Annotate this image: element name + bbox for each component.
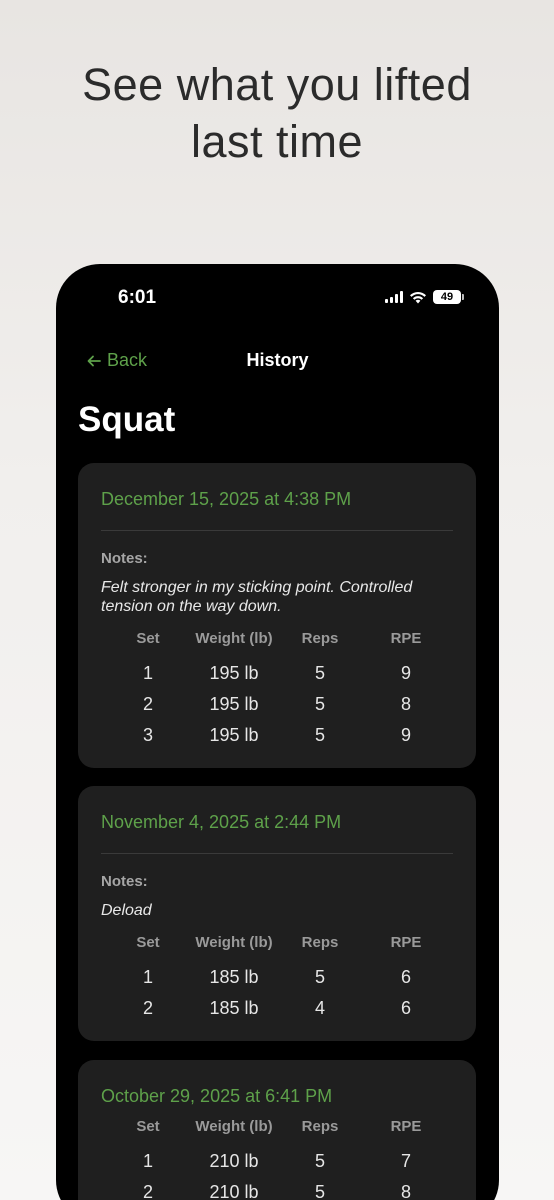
set-number: 3 (142, 725, 154, 745)
column-header-rpe: RPE (390, 934, 422, 951)
session-card[interactable]: December 15, 2025 at 4:38 PM Notes: Felt… (78, 463, 476, 768)
notes-line: tension on the way down. (101, 598, 282, 615)
set-reps: 5 (314, 1151, 326, 1171)
set-reps: 5 (314, 663, 326, 683)
set-weight: 185 lb (209, 998, 259, 1018)
battery-icon: 49 (433, 290, 464, 304)
phone-screen: 6:01 49 Back History Squat December 15, … (56, 264, 499, 1200)
notes-label: Notes: (101, 873, 148, 890)
set-rpe: 7 (400, 1151, 412, 1171)
back-label: Back (107, 350, 148, 370)
set-number: 1 (142, 967, 154, 987)
set-number: 2 (142, 998, 154, 1018)
sets-table: Set Weight (lb) Reps RPE 1 185 lb 5 6 2 … (78, 934, 476, 1029)
navigation-bar: Back History (56, 344, 499, 376)
column-header-reps: Reps (301, 1118, 339, 1135)
sets-header: Set Weight (lb) Reps RPE (78, 934, 476, 965)
set-reps: 5 (314, 1182, 326, 1200)
sets-table: Set Weight (lb) Reps RPE 1 195 lb 5 9 2 … (78, 630, 476, 756)
session-card[interactable]: October 29, 2025 at 6:41 PM Set Weight (… (78, 1060, 476, 1200)
column-header-reps: Reps (301, 630, 339, 647)
notes-label: Notes: (101, 550, 148, 567)
set-row: 1 195 lb 5 9 (78, 663, 476, 694)
status-icons: 49 (385, 289, 464, 305)
notes-text: Felt stronger in my sticking point. Cont… (101, 578, 441, 616)
set-rpe: 6 (400, 998, 412, 1018)
signal-icon (385, 291, 403, 303)
session-date: November 4, 2025 at 2:44 PM (101, 812, 342, 832)
column-header-rpe: RPE (390, 1118, 422, 1135)
set-rpe: 6 (400, 967, 412, 987)
set-row: 1 185 lb 5 6 (78, 967, 476, 998)
set-rpe: 8 (400, 1182, 412, 1200)
set-rpe: 8 (400, 694, 412, 714)
column-header-weight: Weight (lb) (195, 934, 273, 951)
session-date: October 29, 2025 at 6:41 PM (101, 1086, 333, 1106)
set-weight: 195 lb (209, 694, 259, 714)
set-number: 1 (142, 663, 154, 683)
session-card[interactable]: November 4, 2025 at 2:44 PM Notes: Deloa… (78, 786, 476, 1041)
set-row: 2 195 lb 5 8 (78, 694, 476, 725)
set-weight: 195 lb (209, 725, 259, 745)
status-bar: 6:01 49 (56, 264, 499, 334)
set-row: 2 185 lb 4 6 (78, 998, 476, 1029)
column-header-set: Set (136, 934, 160, 951)
notes-text: Deload (101, 901, 441, 920)
column-header-weight: Weight (lb) (195, 630, 273, 647)
column-header-reps: Reps (301, 934, 339, 951)
exercise-title: Squat (78, 400, 176, 439)
set-weight: 195 lb (209, 663, 259, 683)
set-weight: 185 lb (209, 967, 259, 987)
column-header-set: Set (136, 1118, 160, 1135)
sets-header: Set Weight (lb) Reps RPE (78, 630, 476, 661)
column-header-weight: Weight (lb) (195, 1118, 273, 1135)
set-row: 1 210 lb 5 7 (78, 1151, 476, 1182)
set-row: 2 210 lb 5 8 (78, 1182, 476, 1200)
divider (101, 853, 453, 854)
set-number: 1 (142, 1151, 154, 1171)
set-reps: 4 (314, 998, 326, 1018)
status-time: 6:01 (118, 287, 157, 308)
set-reps: 5 (314, 967, 326, 987)
arrow-left-icon (87, 355, 101, 366)
set-weight: 210 lb (209, 1182, 259, 1200)
set-rpe: 9 (400, 663, 412, 683)
session-date: December 15, 2025 at 4:38 PM (101, 489, 352, 509)
set-number: 2 (142, 1182, 154, 1200)
column-header-rpe: RPE (390, 630, 422, 647)
notes-line: Deload (101, 902, 152, 919)
headline: See what you lifted last time (0, 56, 554, 170)
sets-table: Set Weight (lb) Reps RPE 1 210 lb 5 7 2 … (78, 1118, 476, 1200)
wifi-icon (409, 291, 427, 304)
set-reps: 5 (314, 725, 326, 745)
headline-line-1: See what you lifted (82, 59, 472, 110)
back-button[interactable]: Back (87, 350, 147, 371)
set-weight: 210 lb (209, 1151, 259, 1171)
set-number: 2 (142, 694, 154, 714)
sets-header: Set Weight (lb) Reps RPE (78, 1118, 476, 1149)
set-reps: 5 (314, 694, 326, 714)
divider (101, 530, 453, 531)
notes-line: Felt stronger in my sticking point. Cont… (101, 579, 413, 596)
set-row: 3 195 lb 5 9 (78, 725, 476, 756)
set-rpe: 9 (400, 725, 412, 745)
headline-line-2: last time (190, 116, 364, 167)
column-header-set: Set (136, 630, 160, 647)
